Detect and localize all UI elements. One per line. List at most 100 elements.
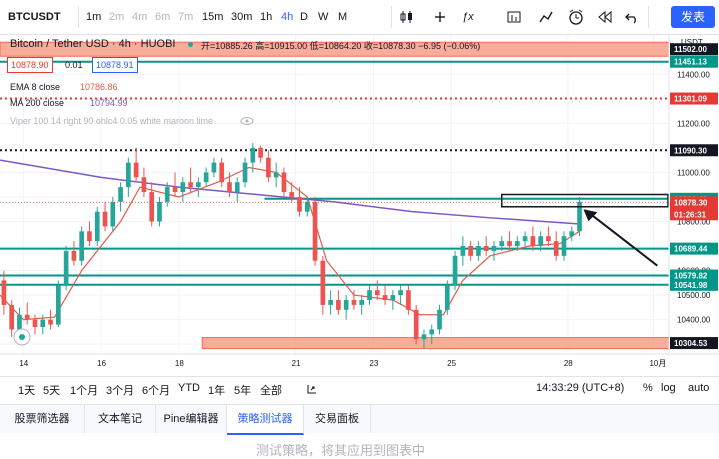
indicator-ma-label[interactable]: MA 200 close [10,98,64,108]
candle-body [312,201,318,261]
market-status-dot [188,42,193,47]
candle-body [180,182,186,193]
candle-body [126,162,131,188]
undo-icon[interactable] [624,9,640,25]
interval-1h[interactable]: 1h [260,9,272,25]
scale-log-button[interactable]: log [661,382,676,394]
candle-body [242,162,248,183]
ma200-line [0,159,580,225]
interval-15m[interactable]: 15m [202,9,223,25]
symbol-search[interactable]: BTCUSDT [4,8,72,26]
eye-hidden-icon[interactable] [240,116,254,126]
publish-button[interactable]: 发表 [671,6,715,28]
interval-2m[interactable]: 2m [109,9,124,25]
ohlc-values: 开=10885.26 高=10915.00 低=10864.20 收=10878… [201,41,481,51]
alarm-clock-icon[interactable] [566,7,586,27]
candle-body [273,172,279,178]
candle-body [499,241,505,247]
fx-indicators-icon[interactable]: ƒx [462,9,474,25]
candle-body [491,246,497,251]
pair-title: Bitcoin / Tether USD · 4h · HUOBI [10,38,176,50]
candle-body [476,246,481,256]
scale-percent-button[interactable]: % [643,382,653,394]
bar-chart-icon[interactable] [538,9,554,25]
candle-body [1,280,7,305]
replay-icon[interactable] [597,9,613,25]
candle-body [444,285,450,310]
tab-pine-editor[interactable]: Pine编辑器 [156,405,227,433]
highlight-box [501,193,669,208]
supply-demand-zone [201,337,670,350]
x-tick-label: 16 [97,359,106,368]
clock-time: 14:33:29 (UTC+8) [536,382,625,394]
candle-body [188,182,193,188]
compare-plus-icon[interactable] [432,10,448,24]
level-tag-label: 11451.13 [674,58,707,67]
range-button-3[interactable]: 3个月 [106,382,134,398]
candle-body [390,295,396,301]
tab-trading-panel[interactable]: 交易面板 [304,405,371,433]
candle-body [421,334,427,340]
range-button-5[interactable]: YTD [178,382,200,394]
level-tag-label: 10689.44 [674,245,708,254]
range-bar: 1天 5天 1个月 3个月 6个月 YTD 1年 5年 全部 14:33:29 (UTC+8) … [0,376,719,401]
range-button-6[interactable]: 1年 [208,382,225,398]
range-button-7[interactable]: 5年 [234,382,251,398]
indicator-ema-value: 10786.86 [80,82,118,92]
candle-body [203,172,209,183]
interval-4m[interactable]: 4m [132,9,147,25]
level-tag-label: 11090.30 [674,146,707,155]
range-button-4[interactable]: 6个月 [142,382,170,398]
y-tick-label: 11200.00 [677,119,710,128]
spread-value: 0.01 [65,60,83,70]
candle-body [196,182,201,188]
x-tick-label: 21 [292,359,301,368]
range-button-1[interactable]: 5天 [43,382,60,398]
candle-body [149,192,155,222]
candle-body [398,290,403,296]
interval-7m[interactable]: 7m [178,9,193,25]
interval-4h[interactable]: 4h [281,9,293,25]
interval-m[interactable]: M [338,9,347,25]
scale-auto-button[interactable]: auto [688,382,709,394]
bottom-tabs: 股票筛选器 文本笔记 Pine编辑器 策略测试器 交易面板 [0,404,719,435]
layout-grid-icon[interactable] [506,9,522,25]
range-button-2[interactable]: 1个月 [70,382,98,398]
candle-body [258,147,263,158]
indicator-viper-label[interactable]: Viper 100 14 right 90 ohlc4 0.05 white m… [10,116,213,126]
tab-text-notes[interactable]: 文本笔记 [85,405,156,433]
settings-gear-core [19,334,25,340]
candle-body [79,231,85,261]
candle-body [172,187,178,193]
top-toolbar: BTCUSDT 1m 2m 4m 6m 7m 15m 30m 1h 4h D W M ƒx 发表 [0,0,719,35]
candle-body [304,201,310,212]
level-tag-label: 10304.53 [674,339,708,348]
tab-stock-screener[interactable]: 股票筛选器 [0,405,85,433]
candle-body [48,319,53,325]
range-button-8[interactable]: 全部 [260,382,282,398]
interval-w[interactable]: W [318,9,328,25]
candle-body [561,236,567,256]
candle-body [211,162,217,173]
candle-body [289,192,295,197]
date-range-icon[interactable] [306,383,318,395]
candle-type-icon[interactable] [399,10,415,24]
ask-price[interactable]: 10878.91 [92,57,138,73]
candle-body [514,241,520,247]
interval-30m[interactable]: 30m [231,9,252,25]
ema8-line [0,166,580,321]
y-tick-label: 11000.00 [677,168,710,177]
interval-6m[interactable]: 6m [155,9,170,25]
candle-body [110,201,116,227]
indicator-ema-label[interactable]: EMA 8 close [10,82,60,92]
bid-price[interactable]: 10878.90 [7,57,53,73]
interval-1m[interactable]: 1m [86,9,101,25]
toolbar-divider [391,6,392,28]
range-button-0[interactable]: 1天 [18,382,35,398]
tab-strategy-tester[interactable]: 策略测试器 [227,405,304,435]
candle-body [17,314,22,330]
candle-body [87,231,92,242]
toolbar-divider [648,6,649,28]
candle-body [227,182,232,193]
interval-d[interactable]: D [300,9,308,25]
